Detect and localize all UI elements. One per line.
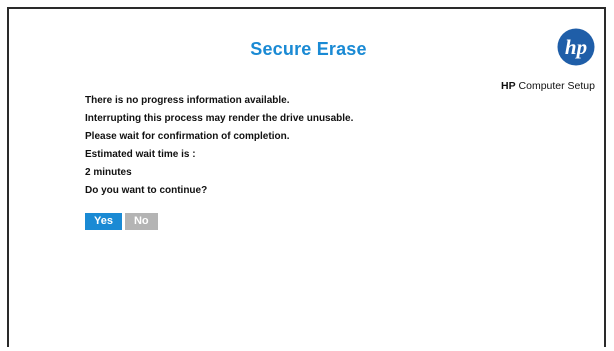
- screen: Secure Erase hp HP Computer Setup There …: [0, 0, 614, 351]
- app-name-label: Computer Setup: [518, 80, 595, 92]
- button-row: Yes No: [85, 213, 158, 230]
- hp-logo-text: hp: [565, 35, 587, 59]
- secure-erase-dialog: Secure Erase hp HP Computer Setup There …: [7, 7, 606, 347]
- dialog-title: Secure Erase: [250, 39, 367, 59]
- message-wait-confirmation: Please wait for confirmation of completi…: [85, 131, 290, 142]
- message-continue-prompt: Do you want to continue?: [85, 185, 208, 196]
- message-interrupt-warning: Interrupting this process may render the…: [85, 113, 354, 124]
- message-list: There is no progress information availab…: [85, 95, 353, 203]
- message-no-progress: There is no progress information availab…: [85, 95, 290, 106]
- app-brand: HP: [501, 80, 516, 92]
- yes-button[interactable]: Yes: [85, 213, 122, 230]
- message-estimated-time-value: 2 minutes: [85, 167, 132, 178]
- app-name: HP Computer Setup: [501, 80, 595, 92]
- no-button[interactable]: No: [124, 213, 158, 230]
- message-estimated-time-label: Estimated wait time is :: [85, 149, 196, 160]
- hp-logo-icon: hp: [557, 28, 595, 66]
